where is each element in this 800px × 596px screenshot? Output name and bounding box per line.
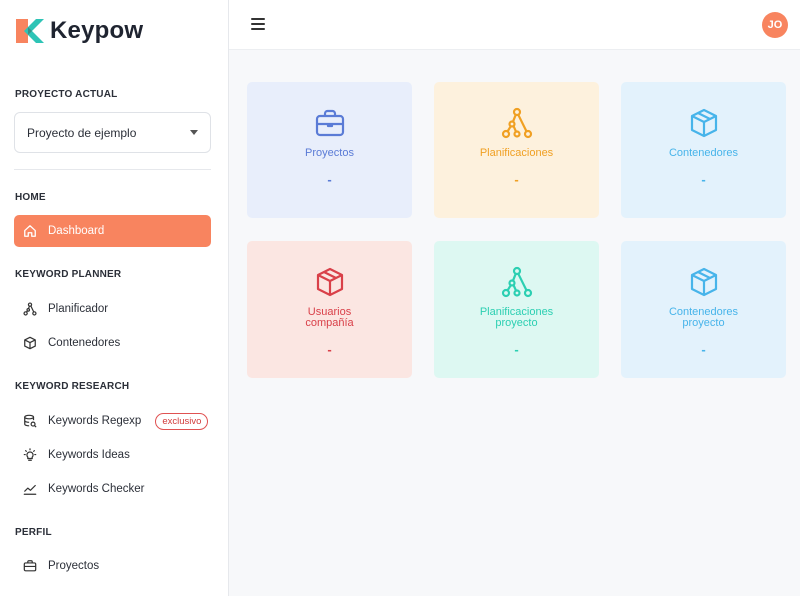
card-title: Usuarios compañía bbox=[305, 306, 354, 329]
project-select-value: Proyecto de ejemplo bbox=[27, 125, 137, 140]
sidebar-item-contenedores[interactable]: Contenedores bbox=[14, 327, 211, 359]
share-nodes-icon bbox=[500, 106, 534, 140]
card-title: Planificaciones bbox=[479, 147, 554, 159]
exclusive-badge: exclusivo bbox=[155, 412, 209, 430]
app-logo-text: Keypow bbox=[50, 17, 144, 44]
avatar[interactable]: JO bbox=[762, 12, 788, 38]
card-value: - bbox=[701, 342, 706, 357]
project-select[interactable]: Proyecto de ejemplo bbox=[14, 112, 211, 153]
topbar: JO bbox=[229, 0, 800, 50]
card-value: - bbox=[514, 172, 519, 187]
sidebar-item-planificador[interactable]: Planificador bbox=[14, 293, 211, 325]
app-logo[interactable]: Keypow bbox=[16, 17, 143, 45]
sidebar-item-label: Dashboard bbox=[48, 225, 105, 237]
cube-icon bbox=[313, 265, 347, 299]
sidebar-item-label: Proyectos bbox=[48, 560, 100, 572]
chart-line-icon bbox=[22, 481, 38, 497]
sidebar-item-keywords-regexp[interactable]: Keywords Regexp exclusivo bbox=[14, 405, 211, 437]
briefcase-icon bbox=[22, 558, 38, 574]
card-value: - bbox=[514, 342, 519, 357]
card-planificaciones[interactable]: Planificaciones - bbox=[434, 82, 599, 218]
sidebar-item-keywords-checker[interactable]: Keywords Checker bbox=[14, 473, 211, 505]
sidebar-item-label: Keywords Regexp bbox=[48, 415, 142, 427]
sidebar-item-keywords-ideas[interactable]: Keywords Ideas bbox=[14, 439, 211, 471]
section-label-keyword-planner: KEYWORD PLANNER bbox=[15, 269, 122, 280]
sidebar-item-label: Planificador bbox=[48, 303, 109, 315]
card-title: Proyectos bbox=[305, 147, 354, 159]
card-value: - bbox=[701, 172, 706, 187]
section-label-keyword-research: KEYWORD RESEARCH bbox=[15, 381, 130, 392]
cube-icon bbox=[687, 265, 721, 299]
logo-mark-icon bbox=[16, 17, 44, 45]
lightbulb-icon bbox=[22, 447, 38, 463]
sidebar-item-label: Contenedores bbox=[48, 337, 121, 349]
card-contenedores[interactable]: Contenedores - bbox=[621, 82, 786, 218]
card-title: Contenedores bbox=[668, 147, 739, 159]
card-value: - bbox=[327, 342, 332, 357]
card-value: - bbox=[327, 172, 332, 187]
sidebar-item-dashboard[interactable]: Dashboard bbox=[14, 215, 211, 247]
chevron-down-icon bbox=[190, 130, 198, 135]
section-label-home: HOME bbox=[15, 192, 46, 203]
cube-icon bbox=[687, 106, 721, 140]
sidebar-item-label: Keywords Checker bbox=[48, 483, 145, 495]
cube-icon bbox=[22, 335, 38, 351]
card-proyectos[interactable]: Proyectos - bbox=[247, 82, 412, 218]
card-title: Planificaciones proyecto bbox=[479, 306, 554, 329]
sidebar: Keypow PROYECTO ACTUAL Proyecto de ejemp… bbox=[0, 0, 229, 596]
card-planificaciones-proyecto[interactable]: Planificaciones proyecto - bbox=[434, 241, 599, 378]
home-icon bbox=[22, 223, 38, 239]
section-label-perfil: PERFIL bbox=[15, 527, 52, 538]
database-search-icon bbox=[22, 413, 38, 429]
sidebar-item-proyectos[interactable]: Proyectos bbox=[14, 550, 211, 582]
section-label-current-project: PROYECTO ACTUAL bbox=[15, 89, 118, 100]
briefcase-icon bbox=[313, 106, 347, 140]
card-usuarios-compania[interactable]: Usuarios compañía - bbox=[247, 241, 412, 378]
share-nodes-icon bbox=[500, 265, 534, 299]
sidebar-item-label: Keywords Ideas bbox=[48, 449, 130, 461]
hamburger-icon[interactable] bbox=[251, 18, 265, 30]
sidebar-divider bbox=[14, 169, 211, 170]
card-contenedores-proyecto[interactable]: Contenedores proyecto - bbox=[621, 241, 786, 378]
share-nodes-icon bbox=[22, 301, 38, 317]
card-title: Contenedores proyecto bbox=[668, 306, 739, 329]
